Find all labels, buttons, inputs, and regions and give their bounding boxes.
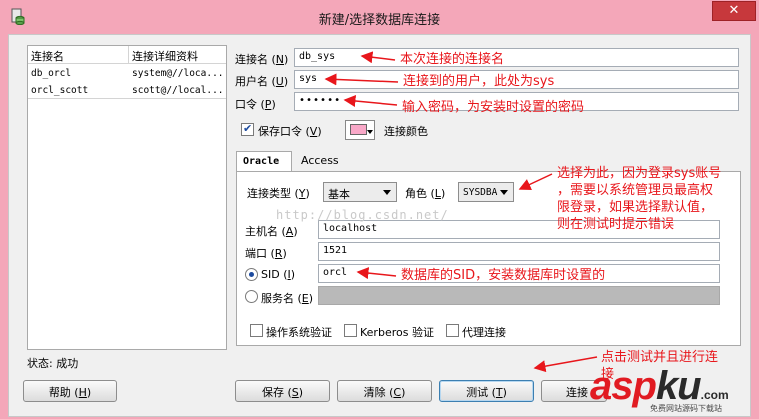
help-button[interactable]: 帮助 (H)	[23, 380, 117, 402]
clear-button[interactable]: 清除 (C)	[337, 380, 432, 402]
proxy-checkbox[interactable]	[446, 324, 459, 337]
close-icon: ✕	[728, 3, 740, 18]
status-value: 成功	[56, 357, 79, 370]
username-label: 用户名 (U)	[235, 75, 289, 88]
dropdown-arrow-icon	[367, 130, 373, 134]
tab-oracle[interactable]: Oracle	[236, 151, 292, 171]
host-label: 主机名 (A)	[245, 225, 298, 238]
sid-radio[interactable]	[245, 268, 258, 281]
proxy-label: 代理连接	[462, 326, 506, 339]
port-input[interactable]: 1521	[318, 242, 720, 261]
kerberos-label: Kerberos 验证	[360, 326, 434, 339]
os-auth-label: 操作系统验证	[266, 326, 332, 339]
kerberos-checkbox[interactable]	[344, 324, 357, 337]
column-header-conn-detail[interactable]: 连接详细资料	[129, 46, 226, 64]
conn-type-select[interactable]: 基本	[323, 182, 397, 202]
password-label: 口令 (P)	[235, 98, 276, 111]
connection-list-header: 连接名 连接详细资料	[28, 46, 226, 64]
color-swatch	[350, 124, 367, 135]
connection-detail: scott@//local...	[132, 85, 224, 96]
conn-name-input[interactable]: db_sys	[294, 48, 739, 67]
connection-row[interactable]: db_orcl system@//loca...	[28, 65, 226, 82]
test-button[interactable]: 测试 (T)	[439, 380, 534, 402]
chevron-down-icon	[383, 190, 391, 195]
title-bar[interactable]: 新建/选择数据库连接 ✕	[0, 0, 759, 34]
connection-detail: system@//loca...	[132, 68, 224, 79]
connection-name: orcl_scott	[31, 85, 89, 96]
annotation-conn-name: 本次连接的连接名	[400, 52, 505, 67]
chevron-down-icon	[500, 190, 508, 195]
save-password-checkbox[interactable]	[241, 122, 254, 136]
close-button[interactable]: ✕	[712, 1, 756, 21]
save-button[interactable]: 保存 (S)	[235, 380, 330, 402]
window-title: 新建/选择数据库连接	[318, 13, 441, 28]
service-name-radio[interactable]	[245, 290, 258, 303]
service-name-input	[318, 286, 720, 305]
role-label: 角色 (L)	[405, 187, 446, 200]
tab-access[interactable]: Access	[295, 151, 351, 171]
column-header-conn-name[interactable]: 连接名	[28, 46, 129, 64]
annotation-sid: 数据库的SID，安装数据库时设置的	[401, 268, 606, 283]
blog-watermark: http://blog.csdn.net/	[276, 208, 449, 222]
os-auth-checkbox[interactable]	[250, 324, 263, 337]
role-select[interactable]: SYSDBA	[458, 182, 514, 202]
conn-name-label: 连接名 (N)	[235, 53, 289, 66]
connection-color-label: 连接颜色	[384, 125, 428, 138]
connection-list[interactable]: 连接名 连接详细资料 db_orcl system@//loca... orcl…	[27, 45, 227, 350]
service-name-label: 服务名 (E)	[261, 292, 314, 305]
status-line: 状态: 成功	[27, 355, 78, 371]
connection-row[interactable]: orcl_scott scott@//local...	[28, 82, 226, 99]
save-password-label: 保存口令 (V)	[258, 125, 322, 138]
sid-label: SID (I)	[261, 268, 296, 281]
conn-type-label: 连接类型 (Y)	[247, 187, 310, 200]
annotation-role: 选择为此，因为登录sys账号 ，需要以系统管理员最高权 限登录，如果选择默认值，…	[557, 166, 722, 232]
status-label: 状态:	[27, 357, 53, 370]
annotation-user: 连接到的用户，此处为sys	[403, 74, 555, 89]
connection-color-picker[interactable]	[345, 120, 375, 140]
port-label: 端口 (R)	[245, 247, 287, 260]
annotation-password: 输入密码，为安装时设置的密码	[402, 100, 585, 115]
site-tagline: 免费网站源码下载站	[650, 404, 722, 413]
connection-name: db_orcl	[31, 68, 72, 79]
